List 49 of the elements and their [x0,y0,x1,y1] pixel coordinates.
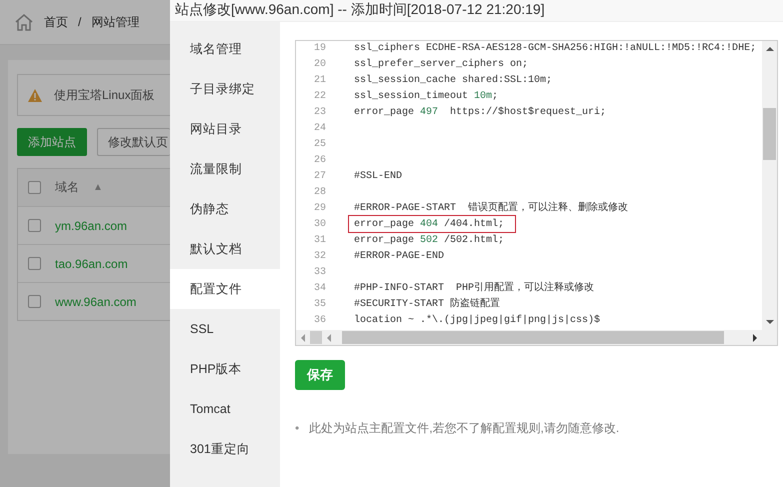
menu-item[interactable]: SSL [170,309,280,349]
code-line: #SSL-END [354,170,402,184]
horizontal-scrollbar[interactable] [296,330,762,345]
sort-icon: ▲ [93,182,103,193]
breadcrumb-separator: / [78,15,82,29]
code-line: #ERROR-PAGE-END [354,250,444,264]
scroll-left-icon[interactable] [300,334,306,342]
home-icon[interactable] [14,13,34,31]
dialog-title: 站点修改[www.96an.com] -- 添加时间[2018-07-12 21:20:19] [170,0,783,22]
notice-text: 使用宝塔Linux面板 [54,86,155,104]
checkbox[interactable] [28,295,41,308]
code-line: error_page 497 https://$host$request_uri; [354,106,606,120]
default-page-button[interactable]: 修改默认页 [97,128,170,156]
scroll-left-icon[interactable] [326,334,332,342]
menu-item[interactable]: PHP版本 [170,349,280,389]
scrollbar-thumb[interactable] [763,108,776,160]
menu-item[interactable]: 301重定向 [170,429,280,469]
scrollbar-thumb[interactable] [342,331,724,344]
warning-icon [28,88,42,102]
code-line: #ERROR-PAGE-START 错误页配置，可以注释、删除或修改 [354,201,628,216]
menu-item[interactable]: 流量限制 [170,149,280,189]
code-line: ssl_ciphers ECDHE-RSA-AES128-GCM-SHA256:HIGH:!aNULL:!MD5:!RC4:!DHE; [354,42,756,56]
checkbox[interactable] [28,219,41,232]
code-line: error_page 404 /404.html; [354,218,504,232]
tip-text: 此处为站点主配置文件,若您不了解配置规则,请勿随意修改. [309,420,620,436]
menu-item[interactable]: 伪静态 [170,189,280,229]
menu-item[interactable]: Tomcat [170,389,280,429]
checkbox[interactable] [28,181,41,194]
code-line: error_page 502 /502.html; [354,234,504,248]
scroll-down-icon[interactable] [766,319,774,325]
menu-item[interactable]: 网站目录 [170,109,280,149]
bullet: • [295,420,300,436]
scroll-right-icon[interactable] [752,334,758,342]
menu-item[interactable]: 默认文档 [170,229,280,269]
breadcrumb-link[interactable]: 网站管理 [91,14,140,30]
column-header[interactable]: 域名 [55,179,79,196]
code-line: #PHP-INFO-START PHP引用配置，可以注释或修改 [354,281,594,296]
code-line: location ~ .*\.(jpg|jpeg|gif|png|js|css)$ [354,314,600,328]
checkbox[interactable] [28,257,41,270]
code-line: ssl_session_cache shared:SSL:10m; [354,74,552,88]
breadcrumb-link[interactable]: 首页 [44,14,68,30]
vertical-scrollbar[interactable] [762,41,777,330]
code-line: ssl_session_timeout 10m; [354,90,498,104]
scrollbar-step-button[interactable] [310,331,322,344]
code-line: ssl_prefer_server_ciphers on; [354,58,528,72]
code-line: #SECURITY-START 防盗链配置 [354,297,500,312]
menu-item[interactable]: 子目录绑定 [170,69,280,109]
menu-item[interactable]: 域名管理 [170,29,280,69]
menu-item[interactable]: 配置文件 [170,269,280,309]
